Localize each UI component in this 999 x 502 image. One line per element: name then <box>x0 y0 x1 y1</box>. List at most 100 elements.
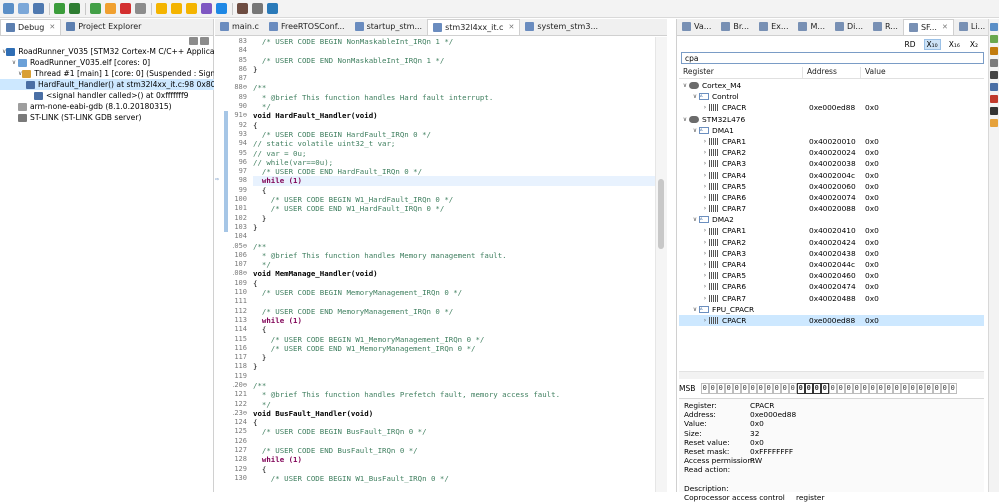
expand-arrow-icon[interactable]: › <box>701 248 709 259</box>
code-line[interactable]: 127 /* USER CODE END BusFault_IRQn 0 */ <box>215 446 667 456</box>
tab-debug[interactable]: Debug ✕ <box>0 19 62 35</box>
expand-arrow-icon[interactable]: › <box>701 170 709 181</box>
code-line[interactable]: 122 */ <box>215 399 667 409</box>
gutter[interactable] <box>215 380 233 391</box>
expand-arrow-icon[interactable]: ∨ <box>691 91 699 102</box>
register-row[interactable]: › CPACR 0xe000ed88 0x0 <box>679 102 984 113</box>
register-filter-input[interactable] <box>681 52 984 64</box>
register-bit[interactable]: 0 <box>877 382 885 394</box>
register-value[interactable]: 0x0 <box>863 293 879 304</box>
register-row[interactable]: › CPAR1 0x40020410 0x0 <box>679 225 984 236</box>
gutter[interactable] <box>215 83 233 93</box>
code-line[interactable]: 104 <box>215 232 667 242</box>
register-bit[interactable]: 0 <box>845 382 853 394</box>
gutter[interactable] <box>215 46 233 56</box>
code-line[interactable]: 117 } <box>215 353 667 363</box>
code-line[interactable]: 101 /* USER CODE END W1_HardFault_IRQn 0… <box>215 204 667 214</box>
gutter[interactable] <box>215 427 233 437</box>
column-value[interactable]: Value <box>861 67 984 78</box>
expand-arrow-icon[interactable]: › <box>701 315 709 326</box>
code-line[interactable]: 91⊖ void HardFault_Handler(void) <box>215 111 667 121</box>
gutter[interactable] <box>215 213 233 223</box>
register-value[interactable]: 0x0 <box>863 158 879 169</box>
gutter[interactable] <box>215 204 233 214</box>
tab-m[interactable]: M... <box>793 19 830 35</box>
suspend-icon[interactable] <box>105 3 116 14</box>
close-icon[interactable]: ✕ <box>49 23 55 31</box>
gutter[interactable] <box>215 232 233 242</box>
register-value[interactable]: 0x0 <box>863 102 879 113</box>
register-bit[interactable]: 0 <box>765 382 773 394</box>
close-icon[interactable]: ✕ <box>942 23 948 31</box>
register-row[interactable]: ∨ ᴬ Control <box>679 91 984 102</box>
code-line[interactable]: 128 while (1) <box>215 455 667 465</box>
debug-tree-item[interactable]: ∨ RoadRunner_V035.elf [cores: 0] <box>0 57 214 68</box>
register-value[interactable]: 0x0 <box>863 237 879 248</box>
expand-arrow-icon[interactable]: › <box>701 192 709 203</box>
gutter[interactable] <box>215 473 233 484</box>
register-bit[interactable]: 0 <box>789 382 797 394</box>
code-line[interactable]: 114 { <box>215 325 667 335</box>
register-value[interactable]: 0x0 <box>863 181 879 192</box>
gutter[interactable] <box>215 260 233 270</box>
gutter[interactable] <box>215 297 233 307</box>
register-value[interactable]: 0x0 <box>863 192 879 203</box>
code-line[interactable]: 87 <box>215 74 667 84</box>
tab-startup-stm[interactable]: startup_stm... <box>350 19 428 35</box>
code-line[interactable]: 124 { <box>215 418 667 428</box>
register-row[interactable]: › CPACR 0xe000ed88 0x0 <box>679 314 984 327</box>
gutter[interactable] <box>215 464 233 474</box>
register-value[interactable]: 0x0 <box>863 225 879 236</box>
code-line[interactable]: 120⊖ /** <box>215 380 667 391</box>
register-row[interactable]: › CPAR5 0x40020460 0x0 <box>679 270 984 281</box>
gutter[interactable] <box>215 64 233 75</box>
code-line[interactable]: 103} <box>215 222 667 233</box>
register-value[interactable]: 0x0 <box>863 270 879 281</box>
tab-li[interactable]: Li... <box>954 19 988 35</box>
register-bit[interactable]: 0 <box>701 382 709 394</box>
tab-va[interactable]: Va... <box>677 19 716 35</box>
code-line[interactable]: 84 <box>215 46 667 56</box>
register-value[interactable] <box>863 80 865 91</box>
memory-icon[interactable] <box>990 107 998 115</box>
code-line[interactable]: 110 /* USER CODE BEGIN MemoryManagement_… <box>215 288 667 298</box>
expand-arrow-icon[interactable]: › <box>701 181 709 192</box>
code-line[interactable]: 93 /* USER CODE BEGIN HardFault_IRQn 0 *… <box>215 129 667 140</box>
tab-project-explorer[interactable]: Project Explorer <box>61 19 146 35</box>
swv-icon[interactable] <box>990 119 998 127</box>
debug-tree-item[interactable]: ST-LINK (ST-LINK GDB server) <box>0 112 214 123</box>
register-bit[interactable]: 0 <box>933 382 941 394</box>
register-row[interactable]: › CPAR2 0x40020024 0x0 <box>679 147 984 158</box>
gutter[interactable] <box>215 74 233 84</box>
register-bit[interactable]: 0 <box>893 382 901 394</box>
register-row[interactable]: › CPAR3 0x40020038 0x0 <box>679 158 984 169</box>
register-bit[interactable]: 0 <box>909 382 917 394</box>
register-bit[interactable]: 0 <box>901 382 909 394</box>
expand-arrow-icon[interactable]: › <box>701 136 709 147</box>
code-line[interactable]: 129 { <box>215 464 667 474</box>
register-bit[interactable]: 0 <box>861 382 869 394</box>
code-line[interactable]: 123⊖ void BusFault_Handler(void) <box>215 408 667 419</box>
gutter[interactable] <box>215 222 233 233</box>
register-value[interactable]: 0x0 <box>863 147 879 158</box>
debug-tree-item[interactable]: ∨ Thread #1 [main] 1 [core: 0] (Suspended… <box>0 68 214 79</box>
problems-icon[interactable] <box>990 71 998 79</box>
register-value[interactable]: 0x0 <box>863 248 879 259</box>
console-icon[interactable] <box>990 59 998 67</box>
code-line[interactable]: 118} <box>215 362 667 372</box>
code-line[interactable]: 113 while (1) <box>215 315 667 326</box>
code-line[interactable]: 130 /* USER CODE BEGIN W1_BusFault_IRQn … <box>215 473 667 484</box>
expand-arrow-icon[interactable]: › <box>701 203 709 214</box>
expand-arrow-icon[interactable]: › <box>701 102 709 113</box>
register-row[interactable]: › CPAR1 0x40020010 0x0 <box>679 136 984 147</box>
register-row[interactable]: › CPAR7 0x40020488 0x0 <box>679 293 984 304</box>
progress-icon[interactable] <box>990 95 998 103</box>
gutter[interactable] <box>215 390 233 400</box>
gutter[interactable] <box>215 436 233 447</box>
gutter[interactable] <box>215 288 233 298</box>
tab-di[interactable]: Di... <box>830 19 868 35</box>
register-value[interactable] <box>863 214 865 225</box>
register-hscrollbar[interactable] <box>679 371 984 379</box>
tab-ex[interactable]: Ex... <box>754 19 793 35</box>
code-line[interactable]: 116 /* USER CODE END W1_MemoryManagement… <box>215 343 667 354</box>
